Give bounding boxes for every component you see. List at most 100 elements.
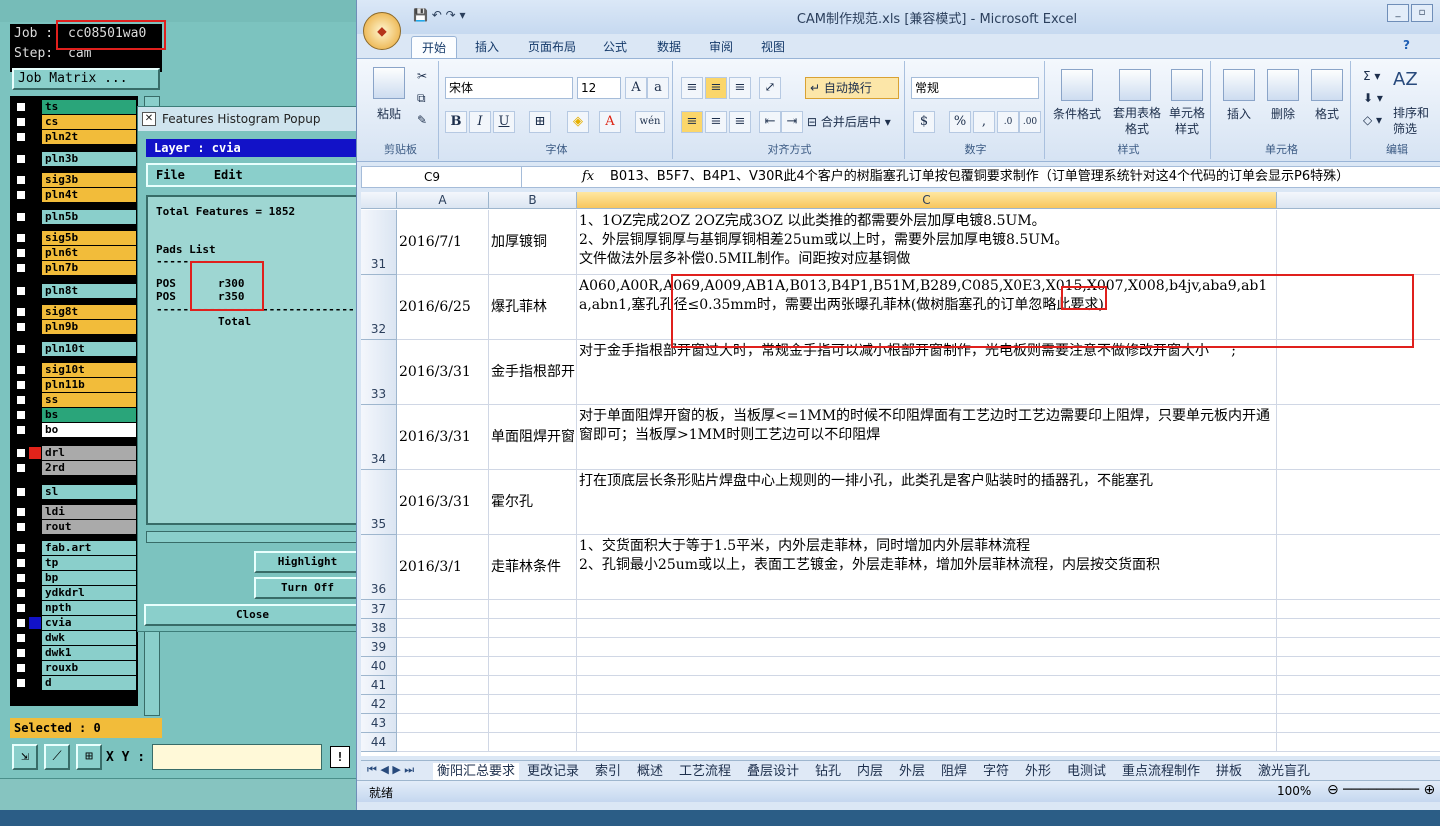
layer-checkbox[interactable] xyxy=(16,132,26,142)
clear-icon[interactable]: ◇ ▾ xyxy=(1363,113,1382,127)
layer-name[interactable]: pln8t xyxy=(42,284,136,298)
row-header[interactable]: 31 xyxy=(361,210,397,275)
layer-row-rout[interactable]: rout xyxy=(16,520,136,534)
layer-row-pln7b[interactable]: pln7b xyxy=(16,261,136,275)
quick-access-icons[interactable]: 💾 ↶ ↷ ▾ xyxy=(413,8,466,22)
layer-name[interactable]: pln3b xyxy=(42,152,136,166)
row-header[interactable]: 41 xyxy=(361,676,397,695)
italic-icon[interactable]: I xyxy=(469,111,491,133)
layer-row-pln3b[interactable]: pln3b xyxy=(16,152,136,166)
sheet-tab[interactable]: 更改记录 xyxy=(527,763,579,780)
alert-button[interactable]: ! xyxy=(330,746,350,768)
delete-label[interactable]: 删除 xyxy=(1271,105,1295,122)
cell-empty[interactable] xyxy=(1277,535,1440,600)
cell-empty[interactable] xyxy=(489,657,577,676)
layer-name[interactable]: pln6t xyxy=(42,246,136,260)
format-label[interactable]: 格式 xyxy=(1315,105,1339,122)
layer-checkbox[interactable] xyxy=(16,678,26,688)
autosum-icon[interactable]: Σ ▾ xyxy=(1363,69,1380,83)
shrink-font-icon[interactable]: a xyxy=(647,77,669,99)
comma-icon[interactable]: , xyxy=(973,111,995,133)
layer-name[interactable]: tp xyxy=(42,556,136,570)
increase-decimal-icon[interactable]: .0 xyxy=(997,111,1019,133)
column-header[interactable]: B xyxy=(489,192,577,209)
align-bottom-icon[interactable]: ≡ xyxy=(729,77,751,99)
layer-name[interactable]: pln7b xyxy=(42,261,136,275)
layer-name[interactable]: drl xyxy=(42,446,136,460)
cell-empty[interactable] xyxy=(489,638,577,657)
layer-name[interactable]: d xyxy=(42,676,136,690)
layer-name[interactable]: pln11b xyxy=(42,378,136,392)
layer-checkbox[interactable] xyxy=(16,248,26,258)
cell-text[interactable]: 1、交货面积大于等于1.5平米，内外层走菲林，同时增加内外层菲林流程 2、孔铜最… xyxy=(577,535,1277,600)
sheet-tab[interactable]: 拼板 xyxy=(1216,763,1242,780)
paste-icon[interactable] xyxy=(373,67,405,99)
layer-row-dwk1[interactable]: dwk1 xyxy=(16,646,136,660)
layer-row-cvia[interactable]: cvia xyxy=(16,616,136,630)
layer-name[interactable]: cs xyxy=(42,115,136,129)
layer-checkbox[interactable] xyxy=(16,507,26,517)
layer-checkbox[interactable] xyxy=(16,543,26,553)
layer-row-ss[interactable]: ss xyxy=(16,393,136,407)
layer-checkbox[interactable] xyxy=(16,588,26,598)
cell-empty[interactable] xyxy=(1277,470,1440,535)
select-all-corner[interactable] xyxy=(361,192,397,209)
border-icon[interactable]: ⊞ xyxy=(529,111,551,133)
row-header[interactable]: 33 xyxy=(361,340,397,405)
delete-cells-icon[interactable] xyxy=(1267,69,1299,101)
increase-indent-icon[interactable]: ⇥ xyxy=(781,111,803,133)
cell-empty[interactable] xyxy=(1277,210,1440,275)
row-header[interactable]: 36 xyxy=(361,535,397,600)
cell-empty[interactable] xyxy=(397,695,489,714)
sheet-tab[interactable]: 外形 xyxy=(1025,763,1051,780)
cell-empty[interactable] xyxy=(577,600,1277,619)
layer-row-bp[interactable]: bp xyxy=(16,571,136,585)
font-name-select[interactable]: 宋体 xyxy=(445,77,573,99)
layer-name[interactable]: pln4t xyxy=(42,188,136,202)
layer-name[interactable]: dwk1 xyxy=(42,646,136,660)
conditional-format-icon[interactable] xyxy=(1061,69,1093,101)
layer-name[interactable]: sig3b xyxy=(42,173,136,187)
tab-0[interactable]: 开始 xyxy=(411,36,457,58)
popup-close-icon[interactable]: ✕ xyxy=(142,112,156,126)
row-header[interactable]: 42 xyxy=(361,695,397,714)
layer-checkbox[interactable] xyxy=(16,522,26,532)
layer-checkbox[interactable] xyxy=(16,286,26,296)
layer-row-pln10t[interactable]: pln10t xyxy=(16,342,136,356)
font-size-select[interactable]: 12 xyxy=(577,77,621,99)
layer-name[interactable]: pln5b xyxy=(42,210,136,224)
layer-row-pln8t[interactable]: pln8t xyxy=(16,284,136,298)
cell-empty[interactable] xyxy=(397,657,489,676)
cell-empty[interactable] xyxy=(1277,405,1440,470)
layer-name[interactable]: bs xyxy=(42,408,136,422)
align-center-icon[interactable]: ≡ xyxy=(705,111,727,133)
tab-1[interactable]: 插入 xyxy=(465,36,509,58)
paste-label[interactable]: 粘贴 xyxy=(377,105,401,122)
layer-checkbox[interactable] xyxy=(16,487,26,497)
sheet-tab[interactable]: 衡阳汇总要求 xyxy=(433,763,520,780)
cell-empty[interactable] xyxy=(489,619,577,638)
layer-checkbox[interactable] xyxy=(16,154,26,164)
cell-empty[interactable] xyxy=(489,714,577,733)
cell-date[interactable]: 2016/3/31 xyxy=(397,340,489,405)
tab-4[interactable]: 数据 xyxy=(647,36,691,58)
cell-empty[interactable] xyxy=(1277,600,1440,619)
row-header[interactable]: 39 xyxy=(361,638,397,657)
sheet-tab[interactable]: 电测试 xyxy=(1067,763,1106,780)
layer-name[interactable]: sig8t xyxy=(42,305,136,319)
popup-hscrollbar[interactable] xyxy=(146,531,361,543)
layer-checkbox[interactable] xyxy=(16,190,26,200)
layer-checkbox[interactable] xyxy=(16,573,26,583)
cell-title[interactable]: 走菲林条件 xyxy=(489,535,577,600)
sheet-tab[interactable]: 叠层设计 xyxy=(747,763,799,780)
cell-empty[interactable] xyxy=(397,638,489,657)
cell-empty[interactable] xyxy=(1277,619,1440,638)
row-header[interactable]: 35 xyxy=(361,470,397,535)
cell-date[interactable]: 2016/7/1 xyxy=(397,210,489,275)
copy-icon[interactable]: ⧉ xyxy=(417,91,426,106)
cell-date[interactable]: 2016/3/31 xyxy=(397,405,489,470)
column-header[interactable]: A xyxy=(397,192,489,209)
column-header[interactable]: C xyxy=(577,192,1277,209)
cell-empty[interactable] xyxy=(577,676,1277,695)
restore-button[interactable]: ▫ xyxy=(1411,4,1433,22)
